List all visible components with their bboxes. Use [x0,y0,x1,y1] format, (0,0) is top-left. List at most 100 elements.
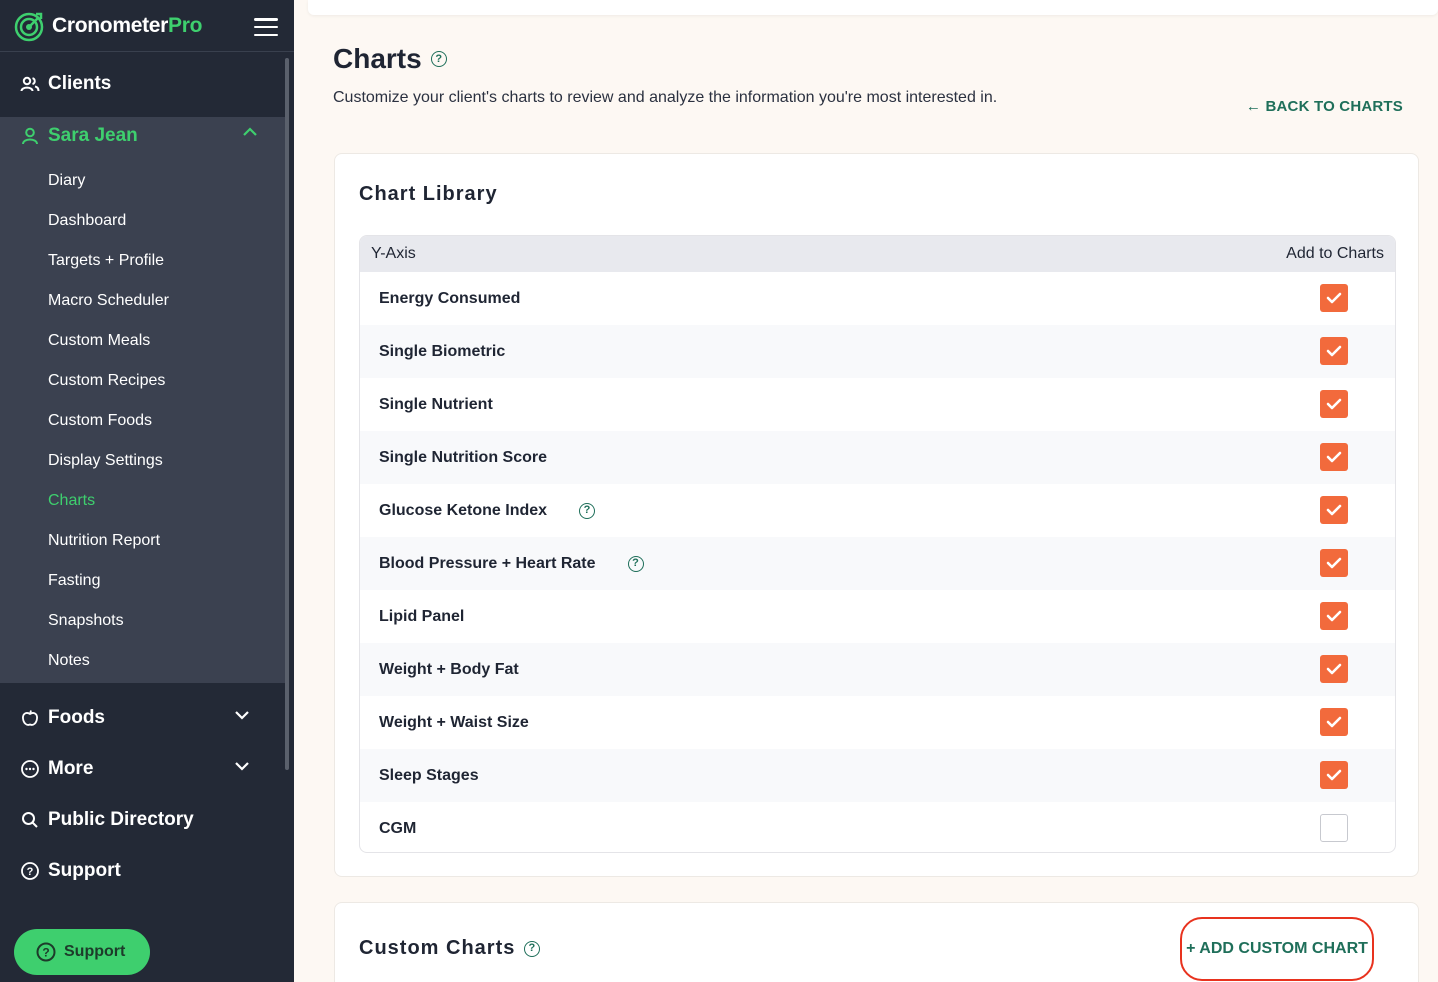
table-row: Sleep Stages [360,749,1395,802]
add-to-charts-checkbox[interactable] [1320,602,1348,630]
users-icon [20,76,40,92]
chevron-down-icon [235,762,249,771]
help-circle-icon: ? [21,861,39,880]
custom-charts-card: Custom Charts ? + ADD CUSTOM CHART [334,902,1419,982]
checkmark-icon [1326,557,1342,569]
sidebar-item-notes[interactable]: Notes [0,641,286,681]
more-dots-icon [21,759,39,778]
row-label: Energy Consumed [379,289,521,307]
column-header-add-to-charts: Add to Charts [1286,245,1384,262]
nav-support[interactable]: ? Support [0,845,286,896]
custom-charts-title-text: Custom Charts [359,937,516,959]
client-nav-list: Diary Dashboard Targets + Profile Macro Sch… [0,155,286,681]
row-label: Glucose Ketone Index [379,501,548,519]
sidebar-item-fasting[interactable]: Fasting [0,561,286,601]
table-row: Energy Consumed [360,272,1395,325]
row-label: Sleep Stages [379,766,479,784]
sidebar-item-targets-profile[interactable]: Targets + Profile [0,241,286,281]
table-row: Single Biometric [360,325,1395,378]
sidebar-item-custom-recipes[interactable]: Custom Recipes [0,361,286,401]
row-label: Single Nutrition Score [379,448,548,466]
search-icon [22,811,38,828]
add-custom-chart-button[interactable]: + ADD CUSTOM CHART [1180,917,1374,981]
add-to-charts-checkbox[interactable] [1320,761,1348,789]
add-to-charts-checkbox[interactable] [1320,496,1348,524]
add-to-charts-checkbox[interactable] [1320,814,1348,842]
add-to-charts-checkbox[interactable] [1320,443,1348,471]
row-label: Weight + Body Fat [379,660,519,678]
nav-public-directory[interactable]: Public Directory [0,794,286,845]
row-label: Single Biometric [379,342,506,360]
client-name: Sara Jean [48,125,138,146]
sidebar-item-custom-meals[interactable]: Custom Meals [0,321,286,361]
sidebar-item-dashboard[interactable]: Dashboard [0,201,286,241]
help-circle-icon: ? [36,942,56,962]
app-name: CronometerPro [52,13,203,37]
user-icon [22,127,38,145]
logo-bar: CronometerPro [0,0,294,52]
checkmark-icon [1326,769,1342,781]
nav-more-label: More [48,757,94,779]
sidebar: CronometerPro Clients Sara Jean Diary Das… [0,0,294,982]
chevron-up-icon [243,127,257,136]
hamburger-menu-icon[interactable] [254,18,278,36]
add-to-charts-checkbox[interactable] [1320,284,1348,312]
row-label: Single Nutrient [379,395,493,413]
row-label: Weight + Waist Size [379,713,529,731]
page-subtitle: Customize your client's charts to review… [333,89,998,106]
apple-icon [22,709,38,726]
table-row: Blood Pressure + Heart Rate? [360,537,1395,590]
sidebar-item-diary[interactable]: Diary [0,161,286,201]
table-header: Y-Axis Add to Charts [360,236,1395,272]
column-header-y-axis: Y-Axis [371,245,416,262]
add-to-charts-checkbox[interactable] [1320,708,1348,736]
chart-library-title-text: Chart Library [359,183,498,205]
row-label: Lipid Panel [379,607,465,625]
sidebar-item-snapshots[interactable]: Snapshots [0,601,286,641]
row-label: CGM [379,819,417,837]
nav-foods-label: Foods [48,706,105,728]
nav-more[interactable]: More [0,743,286,794]
chart-library-card: Chart Library Y-Axis Add to Charts Energ… [334,153,1419,877]
checkmark-icon [1326,451,1342,463]
add-to-charts-checkbox[interactable] [1320,549,1348,577]
client-name-toggle[interactable]: Sara Jean [0,117,286,155]
table-body: Energy Consumed Single Biometric Single Nu… [360,272,1395,852]
chart-library-table: Y-Axis Add to Charts Energy Consumed Sing… [359,235,1396,853]
sidebar-item-macro-scheduler[interactable]: Macro Scheduler [0,281,286,321]
table-row: Weight + Body Fat [360,643,1395,696]
checkmark-icon [1326,398,1342,410]
support-button-label: Support [64,943,126,960]
nav-foods[interactable]: Foods [0,692,286,743]
checkmark-icon [1326,716,1342,728]
help-icon[interactable]: ? [627,555,644,572]
top-card-edge [308,0,1438,15]
help-icon[interactable]: ? [579,502,596,519]
page-title: Charts ? [333,43,447,75]
table-row: CGM [360,802,1395,852]
sidebar-item-charts[interactable]: Charts [0,481,286,521]
help-icon[interactable]: ? [430,51,447,67]
sidebar-scrollbar[interactable] [285,58,289,770]
checkmark-icon [1326,663,1342,675]
table-row: Lipid Panel [360,590,1395,643]
svg-text:?: ? [27,866,34,878]
add-to-charts-checkbox[interactable] [1320,337,1348,365]
table-row: Single Nutrition Score [360,431,1395,484]
nav-clients[interactable]: Clients [0,52,294,116]
help-icon[interactable]: ? [524,940,541,957]
checkmark-icon [1326,504,1342,516]
client-section: Sara Jean Diary Dashboard Targets + Profil… [0,117,286,683]
add-to-charts-checkbox[interactable] [1320,390,1348,418]
sidebar-item-custom-foods[interactable]: Custom Foods [0,401,286,441]
chevron-down-icon [235,711,249,720]
nav-clients-label: Clients [48,73,112,94]
checkmark-icon [1326,292,1342,304]
nav-support-label: Support [48,859,121,881]
sidebar-item-display-settings[interactable]: Display Settings [0,441,286,481]
sidebar-item-nutrition-report[interactable]: Nutrition Report [0,521,286,561]
back-to-charts-link[interactable]: ← BACK TO CHARTS [1246,98,1403,115]
cronometer-logo-icon [14,12,44,41]
add-to-charts-checkbox[interactable] [1320,655,1348,683]
support-chat-button[interactable]: ? Support [14,929,150,975]
